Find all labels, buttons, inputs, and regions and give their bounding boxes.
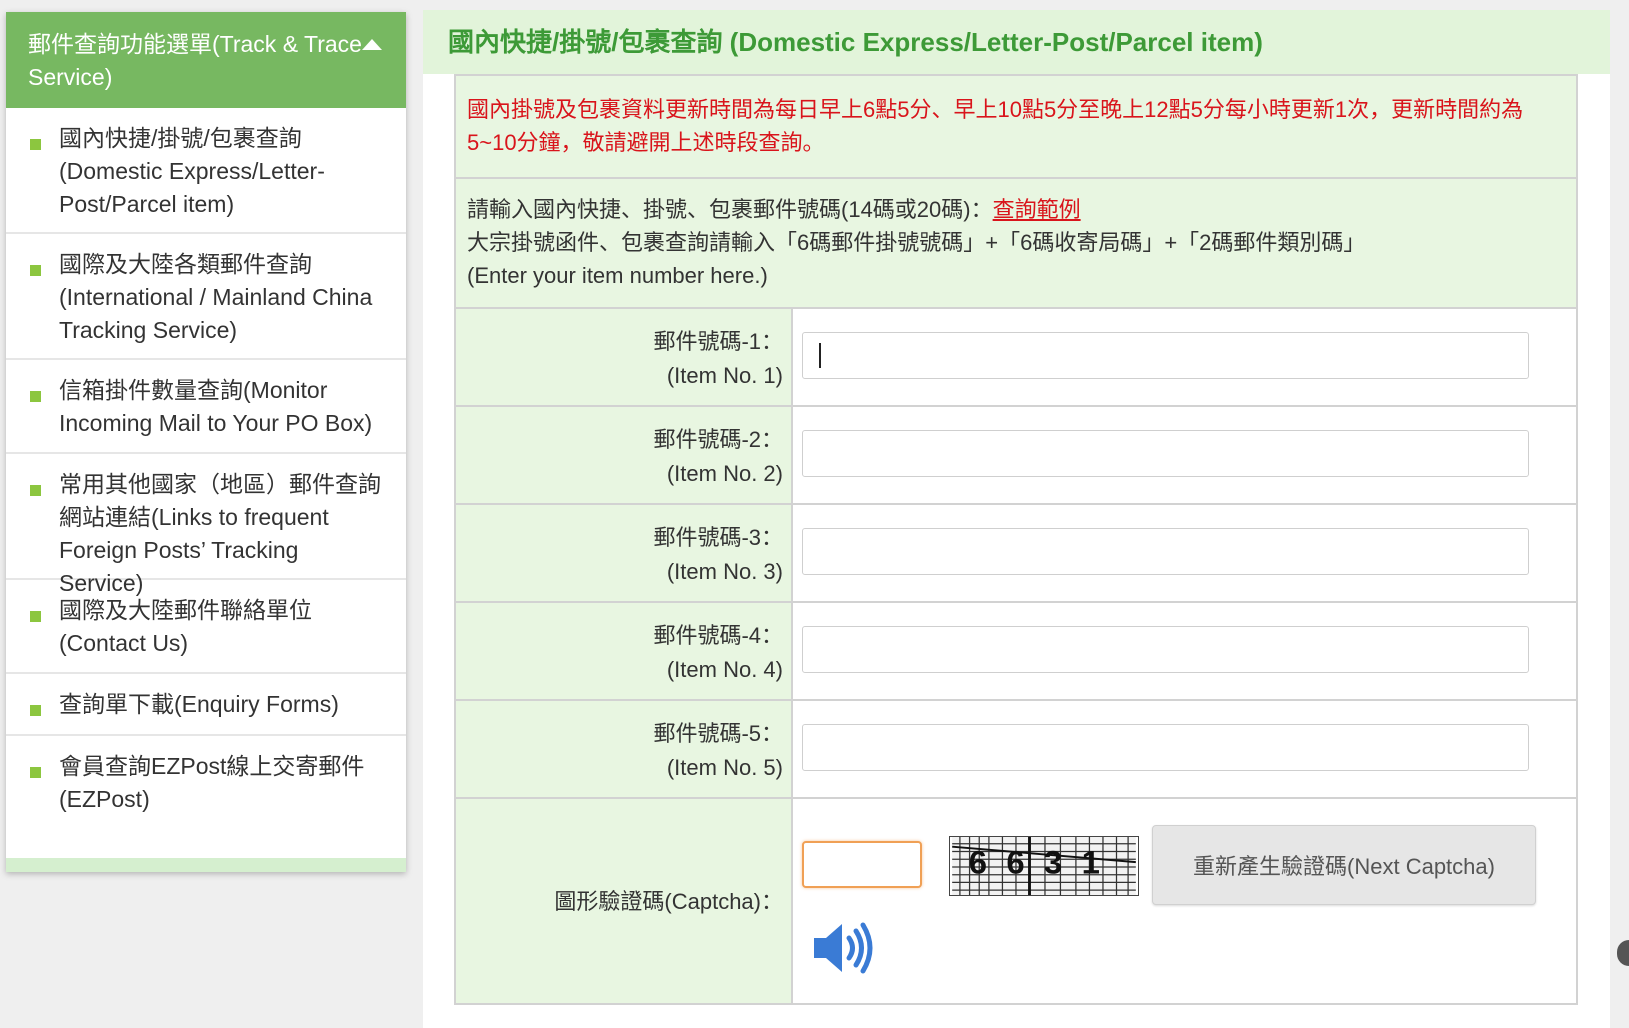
instruction-line-1: 請輸入國內快捷、掛號、包裹郵件號碼(14碼或20碼)： [467, 197, 993, 222]
square-bullet-icon [30, 611, 41, 622]
square-bullet-icon [30, 391, 41, 402]
sidebar-header[interactable]: 郵件查詢功能選單(Track & Trace Service) [6, 12, 406, 108]
item-label-4: 郵件號碼-4： (Item No. 4) [456, 603, 793, 699]
sidebar-item-label: 國際及大陸各類郵件查詢(International / Mainland Chi… [59, 251, 373, 343]
sidebar-item-label: 信箱掛件數量查詢(Monitor Incoming Mail to Your P… [59, 377, 373, 436]
item-label-en: (Item No. 3) [666, 559, 783, 584]
captcha-image: 6631 [949, 836, 1139, 896]
sidebar-item-label: 查詢單下載(Enquiry Forms) [59, 691, 339, 717]
chevron-up-icon[interactable] [360, 36, 384, 52]
item-row-1: 郵件號碼-1： (Item No. 1) [456, 309, 1576, 407]
square-bullet-icon [30, 705, 41, 716]
sidebar-item-ezpost[interactable]: 會員查詢EZPost線上交寄郵件(EZPost) [6, 736, 406, 830]
sidebar-item-foreign-posts-links[interactable]: 常用其他國家（地區）郵件查詢網站連結(Links to frequent For… [6, 454, 406, 596]
item-number-input-4[interactable] [802, 626, 1529, 673]
sidebar-item-enquiry-forms[interactable]: 查詢單下載(Enquiry Forms) [6, 674, 406, 736]
item-label-2: 郵件號碼-2： (Item No. 2) [456, 407, 793, 503]
sidebar-footer [6, 858, 406, 872]
page-title: 國內快捷/掛號/包裹查詢 (Domestic Express/Letter-Po… [423, 10, 1610, 74]
captcha-input[interactable] [802, 841, 922, 888]
item-label-1: 郵件號碼-1： (Item No. 1) [456, 309, 793, 405]
item-label-zh: 郵件號碼-3： [653, 525, 783, 550]
captcha-row: 圖形驗證碼(Captcha)： 6631 重新產生驗證碼(Next Captch… [456, 799, 1576, 1003]
item-label-en: (Item No. 2) [666, 461, 783, 486]
sidebar-item-label: 國內快捷/掛號/包裹查詢(Domestic Express/Letter-Pos… [59, 125, 325, 217]
sidebar-item-contact-us[interactable]: 國際及大陸郵件聯絡單位(Contact Us) [6, 580, 406, 674]
item-label-3: 郵件號碼-3： (Item No. 3) [456, 505, 793, 601]
square-bullet-icon [30, 139, 41, 150]
instruction-line-3: (Enter your item number here.) [467, 263, 768, 288]
item-number-input-3[interactable] [802, 528, 1529, 575]
form-instructions: 請輸入國內快捷、掛號、包裹郵件號碼(14碼或20碼)：查詢範例 大宗掛號函件、包… [456, 179, 1576, 309]
item-label-en: (Item No. 4) [666, 657, 783, 682]
sidebar-menu: 郵件查詢功能選單(Track & Trace Service) 國內快捷/掛號/… [6, 12, 406, 872]
sidebar-title: 郵件查詢功能選單(Track & Trace Service) [28, 31, 362, 90]
tracking-panel: 國內快捷/掛號/包裹查詢 (Domestic Express/Letter-Po… [423, 10, 1610, 1028]
item-label-zh: 郵件號碼-2： [653, 427, 783, 452]
sidebar-item-po-box[interactable]: 信箱掛件數量查詢(Monitor Incoming Mail to Your P… [6, 360, 406, 454]
sidebar-item-label: 常用其他國家（地區）郵件查詢網站連結(Links to frequent For… [59, 471, 381, 596]
captcha-text: 6631 [969, 844, 1119, 881]
item-row-4: 郵件號碼-4： (Item No. 4) [456, 603, 1576, 701]
item-row-5: 郵件號碼-5： (Item No. 5) [456, 701, 1576, 799]
item-number-input-2[interactable] [802, 430, 1529, 477]
text-cursor [819, 343, 821, 368]
next-captcha-button[interactable]: 重新產生驗證碼(Next Captcha) [1152, 825, 1536, 905]
tracking-form: 國內掛號及包裹資料更新時間為每日早上6點5分、早上10點5分至晚上12點5分每小… [454, 74, 1578, 1005]
example-link[interactable]: 查詢範例 [993, 197, 1081, 222]
item-label-en: (Item No. 5) [666, 755, 783, 780]
item-row-2: 郵件號碼-2： (Item No. 2) [456, 407, 1576, 505]
sidebar-item-domestic-tracking[interactable]: 國內快捷/掛號/包裹查詢(Domestic Express/Letter-Pos… [6, 108, 406, 234]
instruction-line-2: 大宗掛號函件、包裹查詢請輸入「6碼郵件掛號號碼」+「6碼收寄局碼」+「2碼郵件類… [467, 230, 1366, 255]
update-notice: 國內掛號及包裹資料更新時間為每日早上6點5分、早上10點5分至晚上12點5分每小… [456, 76, 1576, 179]
item-label-zh: 郵件號碼-5： [653, 721, 783, 746]
item-number-input-1[interactable] [802, 332, 1529, 379]
item-label-zh: 郵件號碼-4： [653, 623, 783, 648]
item-row-3: 郵件號碼-3： (Item No. 3) [456, 505, 1576, 603]
square-bullet-icon [30, 767, 41, 778]
item-number-input-5[interactable] [802, 724, 1529, 771]
speaker-icon[interactable] [810, 916, 874, 980]
sidebar-item-international-tracking[interactable]: 國際及大陸各類郵件查詢(International / Mainland Chi… [6, 234, 406, 360]
square-bullet-icon [30, 485, 41, 496]
item-label-en: (Item No. 1) [666, 363, 783, 388]
captcha-label: 圖形驗證碼(Captcha)： [456, 799, 793, 1003]
sidebar-item-label: 國際及大陸郵件聯絡單位(Contact Us) [59, 597, 312, 656]
sidebar-item-label: 會員查詢EZPost線上交寄郵件(EZPost) [59, 753, 365, 812]
square-bullet-icon [30, 265, 41, 276]
side-tab-handle[interactable] [1617, 940, 1629, 966]
item-label-5: 郵件號碼-5： (Item No. 5) [456, 701, 793, 797]
item-label-zh: 郵件號碼-1： [653, 329, 783, 354]
